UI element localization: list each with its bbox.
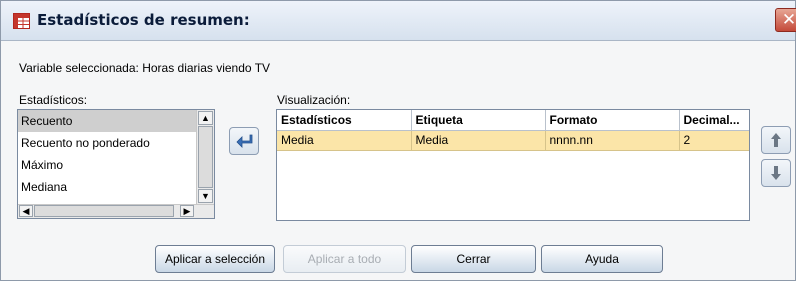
statistics-vertical-scrollbar[interactable]: ▲ ▼: [196, 110, 214, 204]
statistics-item-recuento[interactable]: Recuento: [18, 110, 196, 132]
column-header-decimals[interactable]: Decimal...: [679, 110, 749, 131]
cell-label[interactable]: Media: [411, 130, 546, 151]
cell-format[interactable]: nnnn.nn: [545, 130, 680, 151]
hscroll-thumb[interactable]: [34, 205, 174, 217]
table-grid-icon: [13, 13, 30, 29]
statistics-horizontal-scrollbar[interactable]: ◀ ▶: [18, 204, 214, 218]
apply-to-all-button[interactable]: Aplicar a todo: [283, 245, 406, 273]
statistics-item-recuento-no-ponderado[interactable]: Recuento no ponderado: [18, 132, 196, 154]
selected-variable-label: Variable seleccionada: Horas diarias vie…: [19, 61, 271, 75]
move-to-display-button[interactable]: [229, 127, 259, 155]
move-down-button[interactable]: [761, 159, 791, 187]
scroll-down-icon[interactable]: ▼: [198, 189, 213, 203]
close-window-button[interactable]: ✕: [775, 8, 796, 32]
arrow-down-icon: [771, 166, 781, 180]
statistics-label: Estadísticos:: [19, 93, 88, 107]
close-icon: ✕: [781, 10, 796, 29]
statistics-item-mediana[interactable]: Mediana: [18, 176, 196, 198]
summary-statistics-dialog: Estadísticos de resumen: ✕ Variable sele…: [0, 0, 796, 281]
dialog-title: Estadísticos de resumen:: [37, 11, 250, 29]
display-label: Visualización:: [277, 93, 351, 107]
scroll-left-icon[interactable]: ◀: [19, 205, 33, 217]
statistics-listbox[interactable]: Recuento Recuento no ponderado Máximo Me…: [17, 109, 215, 219]
grid-header-row: Estadísticos Etiqueta Formato Decimal...: [277, 110, 749, 131]
table-row[interactable]: Media Media nnnn.nn 2: [277, 130, 749, 151]
arrow-up-icon: [771, 133, 781, 147]
cell-decimals[interactable]: 2: [679, 130, 749, 151]
scroll-up-icon[interactable]: ▲: [198, 111, 213, 125]
help-button[interactable]: Ayuda: [541, 245, 663, 273]
display-grid[interactable]: Estadísticos Etiqueta Formato Decimal...…: [276, 109, 750, 221]
scroll-right-icon[interactable]: ▶: [180, 205, 194, 217]
statistics-item-maximo[interactable]: Máximo: [18, 154, 196, 176]
scroll-thumb[interactable]: [198, 126, 213, 188]
title-bar: Estadísticos de resumen: ✕: [1, 1, 796, 41]
close-button[interactable]: Cerrar: [411, 245, 536, 273]
move-up-button[interactable]: [761, 126, 791, 154]
column-header-format[interactable]: Formato: [545, 110, 680, 131]
apply-to-selection-button[interactable]: Aplicar a selección: [155, 245, 275, 273]
arrow-move-left-icon: [236, 134, 253, 148]
column-header-label[interactable]: Etiqueta: [411, 110, 546, 131]
column-header-statistics[interactable]: Estadísticos: [277, 110, 412, 131]
cell-statistic[interactable]: Media: [277, 130, 412, 151]
